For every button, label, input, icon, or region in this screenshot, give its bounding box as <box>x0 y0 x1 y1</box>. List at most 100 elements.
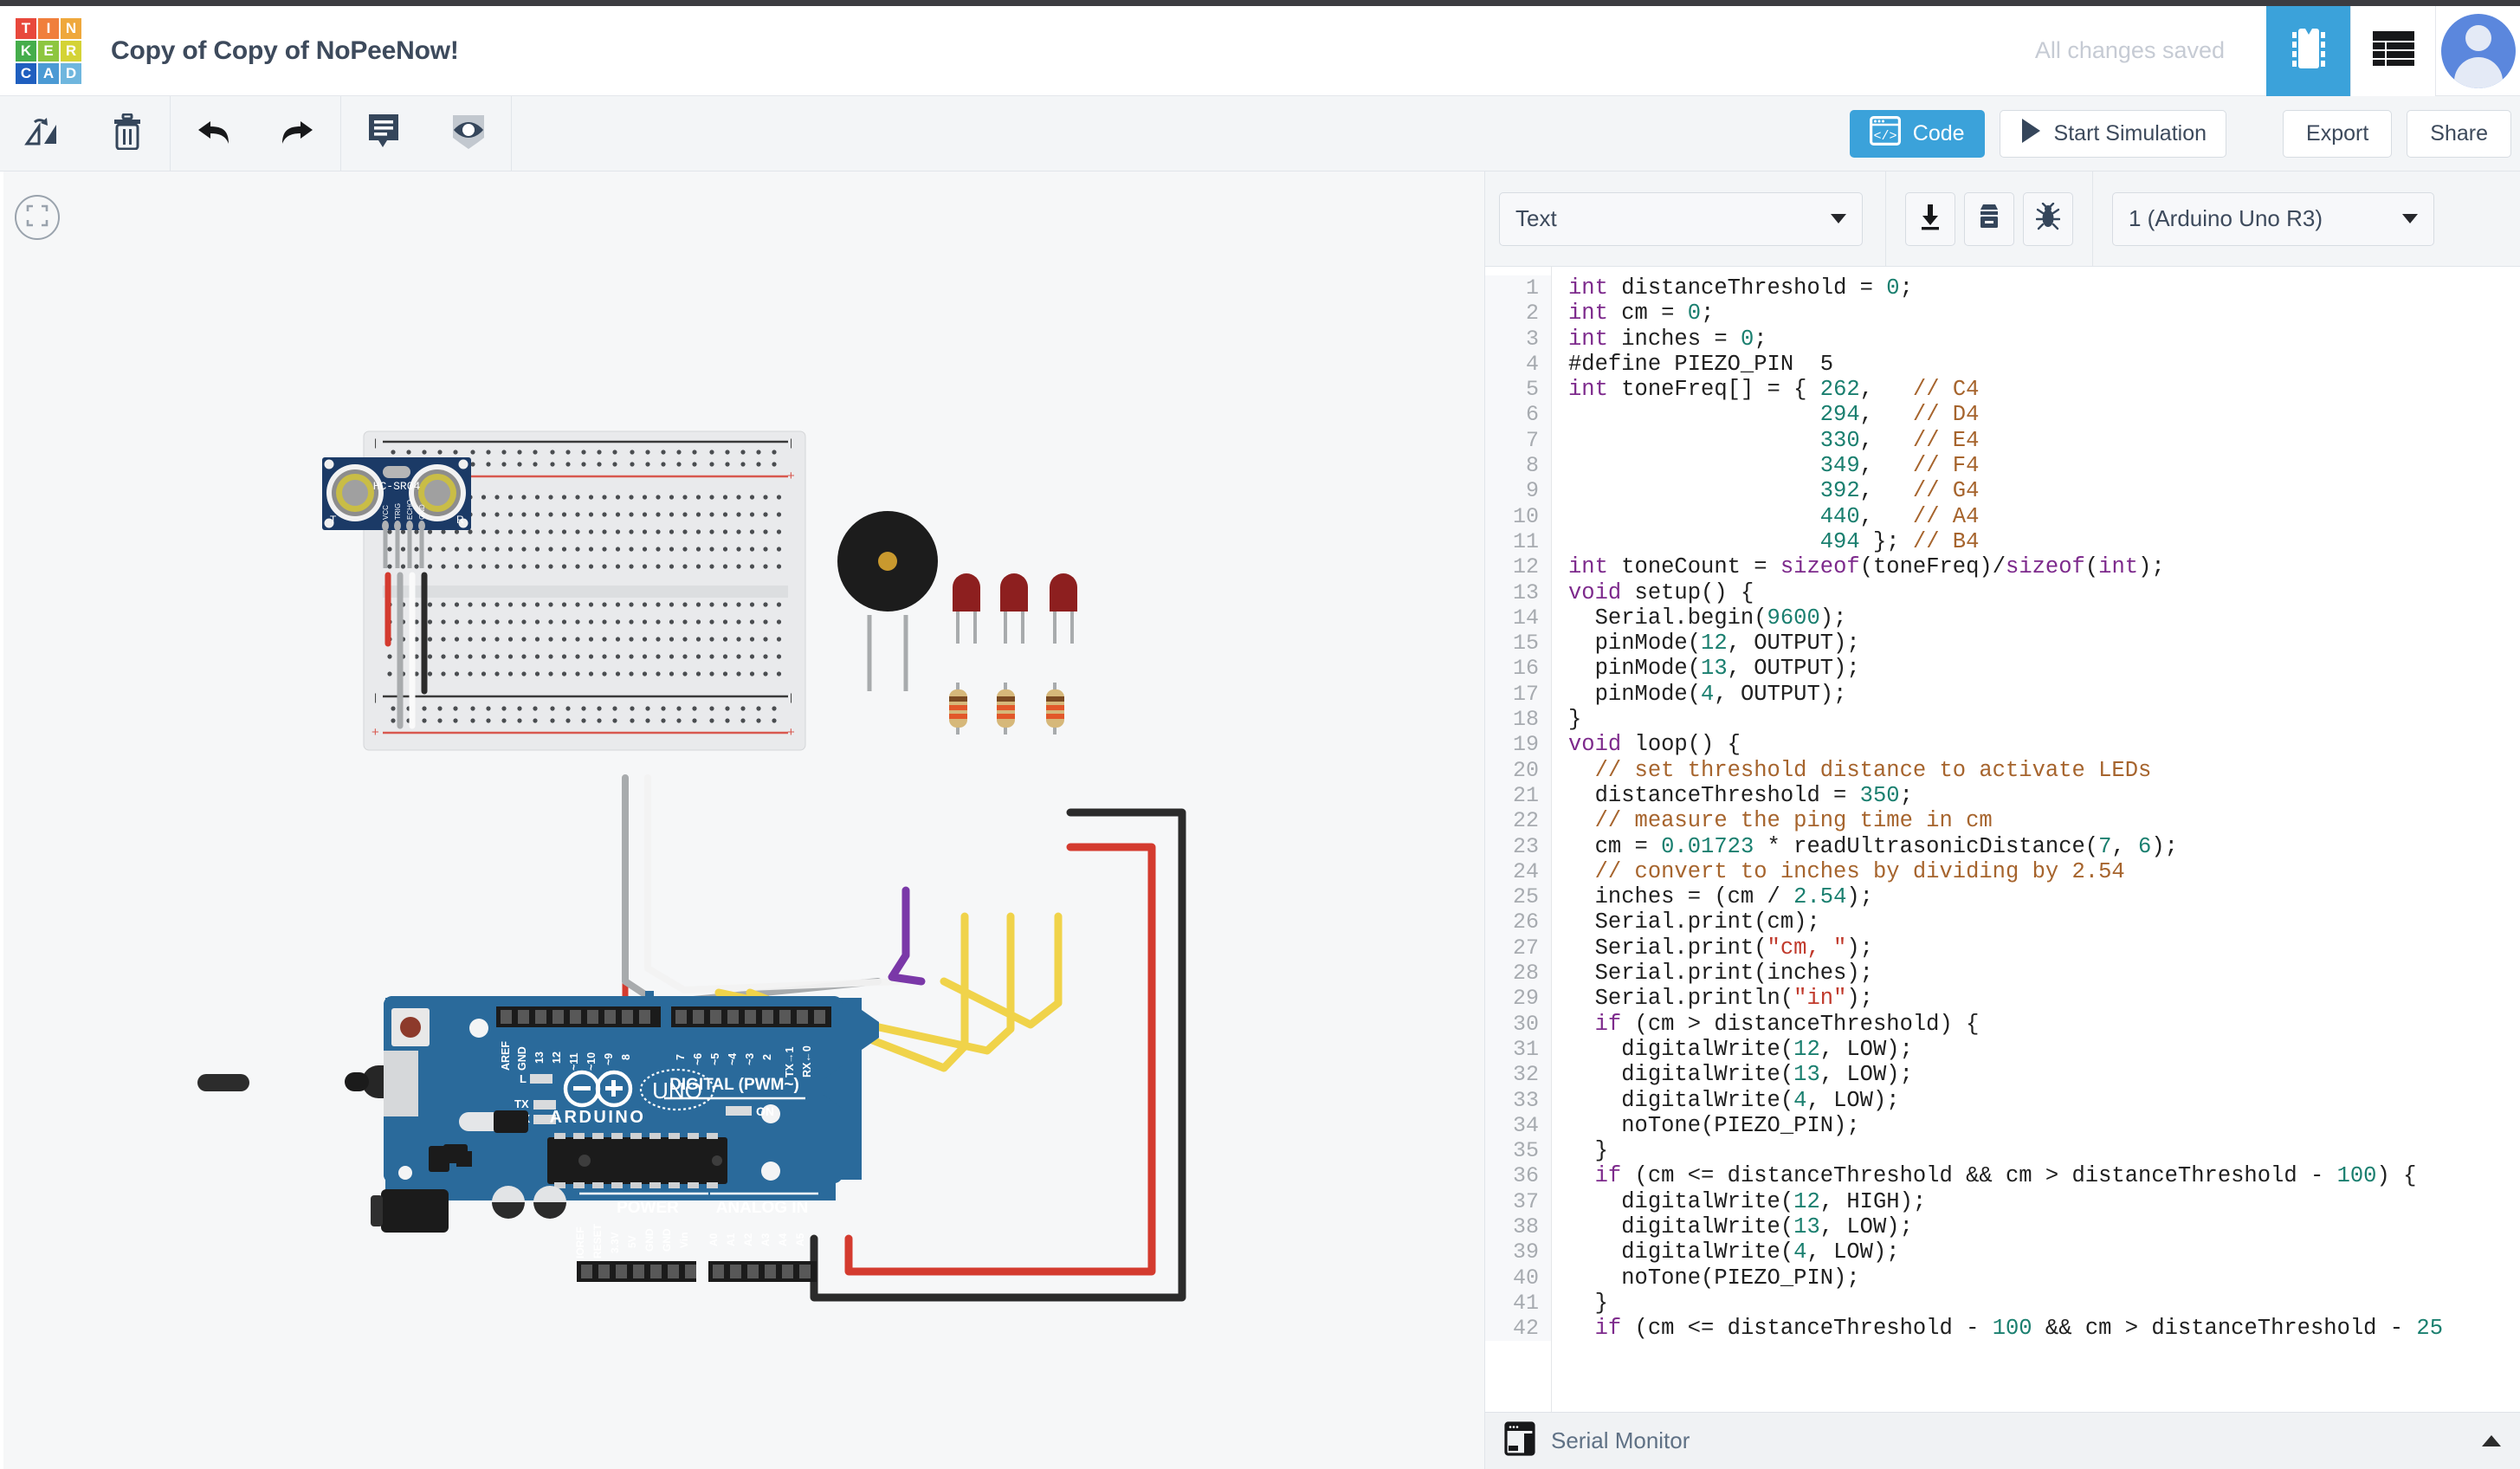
line-content[interactable]: int toneFreq[] = { 262, // C4 <box>1551 377 2520 402</box>
code-line[interactable]: 36 if (cm <= distanceThreshold && cm > d… <box>1485 1163 2520 1189</box>
code-line[interactable]: 6 294, // D4 <box>1485 402 2520 428</box>
notes-button[interactable] <box>341 96 426 171</box>
code-line[interactable]: 21 distanceThreshold = 350; <box>1485 782 2520 809</box>
code-line[interactable]: 41 } <box>1485 1290 2520 1317</box>
line-content[interactable]: digitalWrite(13, LOW); <box>1551 1214 2520 1239</box>
line-content[interactable]: 494 }; // B4 <box>1551 529 2520 554</box>
code-line[interactable]: 3 int inches = 0; <box>1485 326 2520 352</box>
line-content[interactable]: Serial.println("in"); <box>1551 986 2520 1011</box>
code-line[interactable]: 12 int toneCount = sizeof(toneFreq)/sizeo… <box>1485 554 2520 580</box>
code-line[interactable]: 25 inches = (cm / 2.54); <box>1485 884 2520 910</box>
code-line[interactable]: 8 349, // F4 <box>1485 453 2520 479</box>
line-content[interactable]: void setup() { <box>1551 580 2520 605</box>
user-account-button[interactable] <box>2436 6 2520 96</box>
line-content[interactable]: 294, // D4 <box>1551 402 2520 427</box>
undo-button[interactable] <box>171 96 255 171</box>
chevron-up-icon[interactable] <box>2482 1435 2501 1446</box>
board-select[interactable]: 1 (Arduino Uno R3) <box>2112 191 2434 246</box>
line-content[interactable]: Serial.print(inches); <box>1551 961 2520 986</box>
code-line[interactable]: 7 330, // E4 <box>1485 427 2520 454</box>
code-line[interactable]: 39 digitalWrite(4, LOW); <box>1485 1239 2520 1265</box>
code-editor[interactable]: 1 int distanceThreshold = 0; 2 int cm = 0; 3… <box>1485 267 2520 1412</box>
code-line[interactable]: 23 cm = 0.01723 * readUltrasonicDistance… <box>1485 833 2520 859</box>
rotate-flip-button[interactable] <box>0 96 85 171</box>
line-content[interactable]: cm = 0.01723 * readUltrasonicDistance(7,… <box>1551 834 2520 859</box>
line-content[interactable]: } <box>1551 1138 2520 1163</box>
code-line[interactable]: 40 noTone(PIEZO_PIN); <box>1485 1265 2520 1291</box>
code-scroll-area[interactable]: 1 int distanceThreshold = 0; 2 int cm = 0; 3… <box>1485 267 2520 1412</box>
code-line[interactable]: 19 void loop() { <box>1485 732 2520 758</box>
line-content[interactable]: pinMode(4, OUTPUT); <box>1551 682 2520 707</box>
line-content[interactable]: void loop() { <box>1551 732 2520 757</box>
line-content[interactable]: if (cm > distanceThreshold) { <box>1551 1012 2520 1037</box>
code-mode-select[interactable]: Text <box>1499 191 1863 246</box>
components-list-button[interactable] <box>2351 5 2435 96</box>
line-content[interactable]: if (cm <= distanceThreshold - 100 && cm … <box>1551 1316 2520 1341</box>
code-line[interactable]: 22 // measure the ping time in cm <box>1485 808 2520 834</box>
code-line[interactable]: 15 pinMode(12, OUTPUT); <box>1485 631 2520 657</box>
code-line[interactable]: 34 noTone(PIEZO_PIN); <box>1485 1112 2520 1139</box>
line-content[interactable]: if (cm <= distanceThreshold && cm > dist… <box>1551 1163 2520 1188</box>
line-content[interactable]: #define PIEZO_PIN 5 <box>1551 352 2520 377</box>
code-button[interactable]: </> Code <box>1849 109 1985 158</box>
line-content[interactable]: // convert to inches by dividing by 2.54 <box>1551 859 2520 884</box>
code-line[interactable]: 37 digitalWrite(12, HIGH); <box>1485 1188 2520 1214</box>
circuit-diagram[interactable]: | | + + | | + + <box>0 171 1484 1469</box>
code-line[interactable]: 13 void setup() { <box>1485 579 2520 605</box>
tinkercad-logo[interactable]: TIN KER CAD <box>0 17 85 84</box>
code-line[interactable]: 20 // set threshold distance to activate… <box>1485 757 2520 783</box>
code-line[interactable]: 2 int cm = 0; <box>1485 301 2520 327</box>
line-content[interactable]: 349, // F4 <box>1551 453 2520 478</box>
code-line[interactable]: 16 pinMode(13, OUTPUT); <box>1485 656 2520 682</box>
code-line[interactable]: 9 392, // G4 <box>1485 478 2520 504</box>
line-content[interactable]: } <box>1551 1291 2520 1316</box>
line-content[interactable]: int cm = 0; <box>1551 301 2520 326</box>
code-line[interactable]: 11 494 }; // B4 <box>1485 528 2520 555</box>
line-content[interactable]: // set threshold distance to activate LE… <box>1551 758 2520 783</box>
line-content[interactable]: distanceThreshold = 350; <box>1551 783 2520 808</box>
show-hide-annotation-button[interactable] <box>426 96 511 171</box>
line-content[interactable]: noTone(PIEZO_PIN); <box>1551 1113 2520 1138</box>
line-content[interactable]: int distanceThreshold = 0; <box>1551 275 2520 301</box>
download-code-button[interactable] <box>1905 191 1955 246</box>
code-line[interactable]: 30 if (cm > distanceThreshold) { <box>1485 1011 2520 1037</box>
line-content[interactable]: inches = (cm / 2.54); <box>1551 884 2520 909</box>
code-line[interactable]: 26 Serial.print(cm); <box>1485 909 2520 935</box>
circuit-view-button[interactable] <box>2266 5 2350 96</box>
circuit-canvas[interactable]: | | + + | | + + <box>0 171 1484 1469</box>
line-content[interactable]: int inches = 0; <box>1551 327 2520 352</box>
line-content[interactable]: 392, // G4 <box>1551 478 2520 503</box>
document-title[interactable]: Copy of Copy of NoPeeNow! <box>111 36 459 66</box>
line-content[interactable]: Serial.print("cm, "); <box>1551 935 2520 961</box>
line-content[interactable]: pinMode(12, OUTPUT); <box>1551 631 2520 656</box>
line-content[interactable]: pinMode(13, OUTPUT); <box>1551 656 2520 681</box>
line-content[interactable]: 440, // A4 <box>1551 504 2520 529</box>
code-line[interactable]: 5 int toneFreq[] = { 262, // C4 <box>1485 377 2520 403</box>
code-line[interactable]: 32 digitalWrite(13, LOW); <box>1485 1062 2520 1088</box>
line-content[interactable]: digitalWrite(4, LOW); <box>1551 1239 2520 1265</box>
line-content[interactable]: int toneCount = sizeof(toneFreq)/sizeof(… <box>1551 554 2520 579</box>
line-content[interactable]: Serial.begin(9600); <box>1551 605 2520 631</box>
code-library-button[interactable] <box>1964 191 2014 246</box>
line-content[interactable]: digitalWrite(13, LOW); <box>1551 1062 2520 1087</box>
code-line[interactable]: 42 if (cm <= distanceThreshold - 100 && … <box>1485 1316 2520 1342</box>
share-button[interactable]: Share <box>2407 109 2511 158</box>
code-lines[interactable]: 1 int distanceThreshold = 0; 2 int cm = 0; 3… <box>1485 267 2520 1342</box>
code-line[interactable]: 29 Serial.println("in"); <box>1485 986 2520 1012</box>
line-content[interactable]: digitalWrite(12, HIGH); <box>1551 1189 2520 1214</box>
code-line[interactable]: 1 int distanceThreshold = 0; <box>1485 275 2520 301</box>
code-line[interactable]: 4 #define PIEZO_PIN 5 <box>1485 351 2520 378</box>
line-content[interactable]: digitalWrite(12, LOW); <box>1551 1037 2520 1062</box>
line-content[interactable]: Serial.print(cm); <box>1551 909 2520 935</box>
delete-button[interactable] <box>85 96 170 171</box>
export-button[interactable]: Export <box>2283 109 2393 158</box>
code-line[interactable]: 14 Serial.begin(9600); <box>1485 605 2520 631</box>
code-line[interactable]: 18} <box>1485 707 2520 733</box>
debugger-button[interactable] <box>2023 191 2073 246</box>
start-simulation-button[interactable]: Start Simulation <box>1999 109 2227 158</box>
code-line[interactable]: 38 digitalWrite(13, LOW); <box>1485 1213 2520 1240</box>
code-line[interactable]: 33 digitalWrite(4, LOW); <box>1485 1087 2520 1113</box>
line-content[interactable]: // measure the ping time in cm <box>1551 808 2520 833</box>
code-line[interactable]: 10 440, // A4 <box>1485 503 2520 529</box>
redo-button[interactable] <box>255 96 340 171</box>
